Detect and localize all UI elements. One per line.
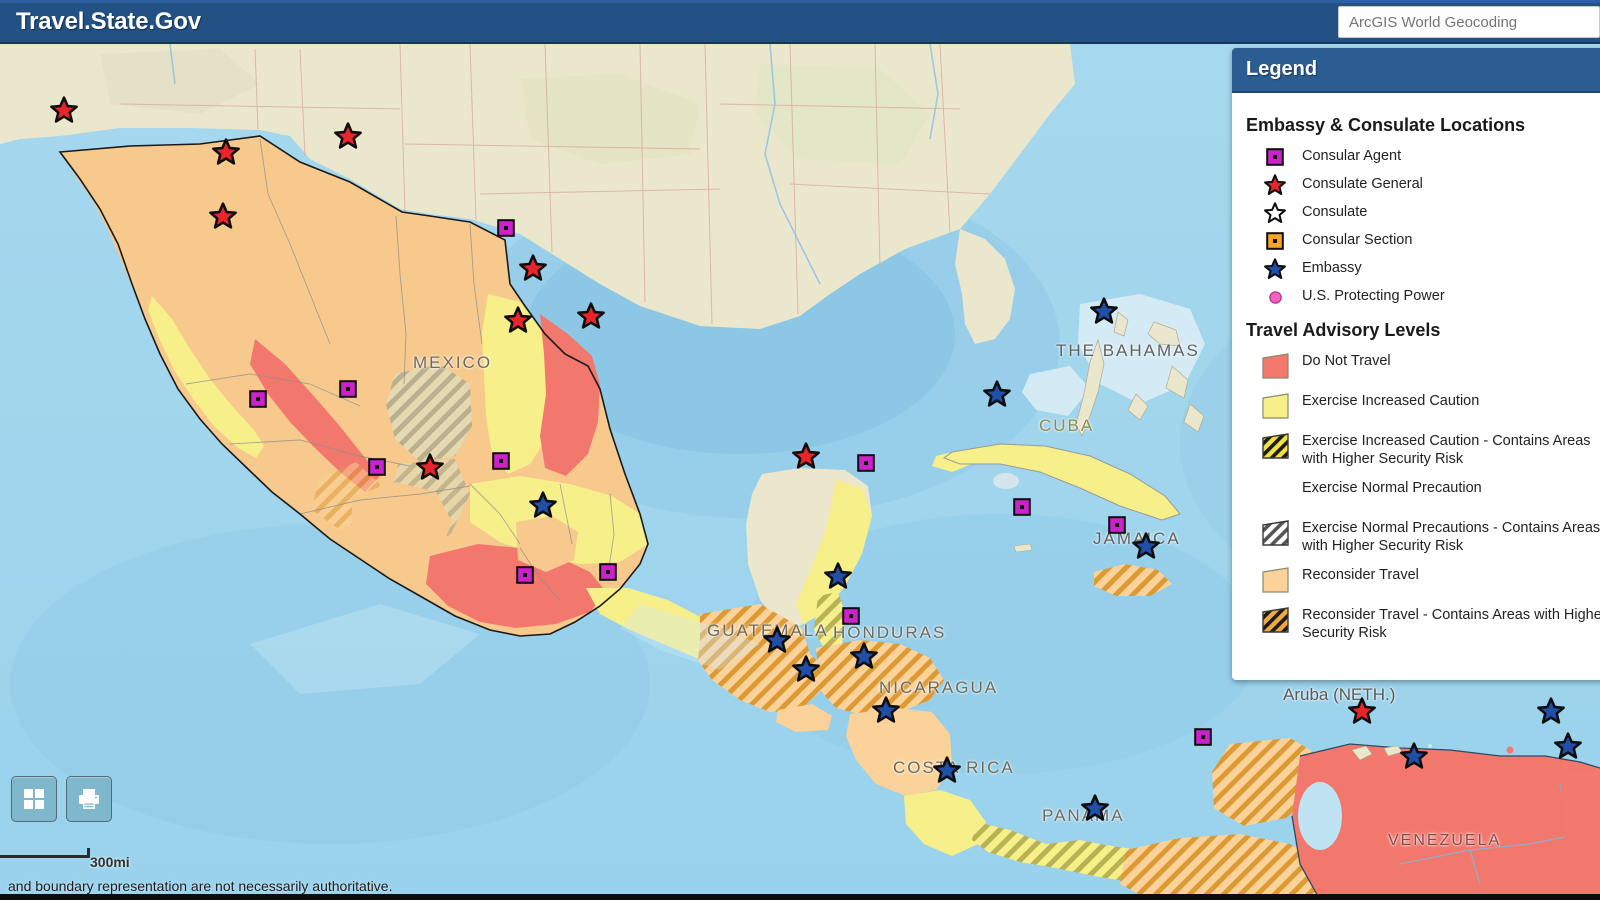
embassy-guatemala-city[interactable] [763, 626, 791, 654]
header-top-rule [0, 0, 1600, 3]
legend-section-title-1: Travel Advisory Levels [1246, 320, 1441, 340]
consulate-symbol-icon [1260, 202, 1290, 224]
legend-section-title-0: Embassy & Consulate Locations [1246, 115, 1526, 135]
legend-item-label: Do Not Travel [1302, 353, 1391, 369]
legend-body: Embassy & Consulate Locations Consular Ag… [1232, 93, 1600, 642]
bottom-strip [0, 894, 1600, 900]
legend-panel: Legend Embassy & Consulate Locations Cons… [1232, 48, 1600, 680]
embassy-port-of-spain[interactable] [1537, 697, 1565, 725]
consular-agent-oranjestad[interactable] [1194, 728, 1212, 746]
legend-item: Exercise Normal Precautions - Contains A… [1246, 518, 1600, 555]
consulate-general-matamoros[interactable] [577, 302, 605, 330]
consulate-general-curacao[interactable] [1348, 697, 1376, 725]
advisory-hatch-swatch-icon [1260, 605, 1290, 635]
legend-item: Consulate [1246, 202, 1600, 224]
legend-item: Reconsider Travel [1246, 565, 1600, 595]
search-box[interactable] [1338, 6, 1600, 38]
scale-bar-line [0, 848, 90, 858]
basemap-gallery-button[interactable] [11, 776, 57, 822]
consulate-general-tijuana[interactable] [50, 96, 78, 124]
legend-item-label: Consular Section [1302, 232, 1413, 248]
consulate-general-nogales[interactable] [212, 138, 240, 166]
embassy-san-jose[interactable] [933, 756, 961, 784]
embassy-caracas[interactable] [1400, 742, 1428, 770]
consulate-general-ciudad-juarez[interactable] [334, 122, 362, 150]
consulate-general-nuevo-laredo[interactable] [519, 254, 547, 282]
legend-item-label: Consulate [1302, 204, 1368, 220]
consulate-general-monterrey[interactable] [504, 306, 532, 334]
legend-item-label: U.S. Protecting Power [1302, 288, 1445, 304]
map-attribution: and boundary representation are not nece… [8, 878, 393, 894]
advisory-color-swatch-icon [1260, 565, 1290, 595]
legend-item: Consular Agent [1246, 146, 1600, 168]
consulate-general-merida[interactable] [792, 442, 820, 470]
embassy-havana[interactable] [983, 380, 1011, 408]
legend-item: Exercise Increased Caution [1246, 391, 1600, 421]
legend-item: Do Not Travel [1246, 351, 1600, 381]
embassy-nassau[interactable] [1090, 297, 1118, 325]
print-button[interactable] [66, 776, 112, 822]
consulate-general-hermosillo[interactable] [209, 202, 237, 230]
legend-title: Legend [1246, 58, 1318, 80]
consular-agent-oaxaca[interactable] [599, 563, 617, 581]
legend-item-label: Exercise Normal Precautions - Contains A… [1302, 520, 1600, 554]
scale-bar-label: 300mi [90, 854, 130, 870]
grid-icon [24, 789, 44, 809]
consular-section-symbol-icon [1260, 230, 1290, 252]
consular-agent-reynosa[interactable] [497, 219, 515, 237]
embassy-kingston[interactable] [1132, 532, 1160, 560]
consular-agent-montego-bay[interactable] [1108, 516, 1126, 534]
legend-item: Exercise Increased Caution - Contains Ar… [1246, 431, 1600, 468]
embassy-panama-city[interactable] [1081, 794, 1109, 822]
consular-agent-grand-cayman[interactable] [1013, 498, 1031, 516]
legend-item: U.S. Protecting Power [1246, 286, 1600, 308]
brand-title: Travel.State.Gov [16, 8, 201, 35]
legend-item: Reconsider Travel - Contains Areas with … [1246, 605, 1600, 642]
consular-agent-cabo-san-lucas[interactable] [249, 390, 267, 408]
legend-item-label: Reconsider Travel - Contains Areas with … [1302, 607, 1600, 641]
legend-item-label: Exercise Normal Precaution [1302, 480, 1482, 496]
legend-item-label: Reconsider Travel [1302, 567, 1419, 583]
legend-item-label: Embassy [1302, 260, 1362, 276]
embassy-tegucigalpa[interactable] [850, 642, 878, 670]
embassy-symbol-icon [1260, 258, 1290, 280]
legend-item-label: Consular Agent [1302, 148, 1402, 164]
consular-agent-mazatlan[interactable] [339, 380, 357, 398]
scale-bar: 300mi [0, 848, 130, 870]
legend-item: Embassy [1246, 258, 1600, 280]
consular-agent-acapulco[interactable] [516, 566, 534, 584]
embassy-san-salvador[interactable] [792, 655, 820, 683]
search-input[interactable] [1339, 7, 1599, 37]
legend-item-label: Consulate General [1302, 176, 1423, 192]
embassy-georgetown[interactable] [1554, 732, 1582, 760]
legend-item: Consulate General [1246, 174, 1600, 196]
consular-agent-symbol-icon [1260, 146, 1290, 168]
map-widget-bar [11, 776, 112, 822]
consular-agent-puerto-vallarta[interactable] [368, 458, 386, 476]
app-header: Travel.State.Gov [0, 0, 1600, 44]
advisory-color-swatch-icon [1260, 391, 1290, 421]
embassy-mexico-city[interactable] [529, 491, 557, 519]
advisory-blank-swatch-icon [1260, 478, 1290, 508]
legend-item: Consular Section [1246, 230, 1600, 252]
embassy-managua[interactable] [872, 696, 900, 724]
consular-agent-playa-del-carmen[interactable] [857, 454, 875, 472]
consulate-general-guadalajara[interactable] [416, 453, 444, 481]
consular-agent-san-miguel[interactable] [492, 452, 510, 470]
advisory-hatch-swatch-icon [1260, 518, 1290, 548]
consulate-general-symbol-icon [1260, 174, 1290, 196]
advisory-color-swatch-icon [1260, 351, 1290, 381]
consular-agent-san-pedro-sula[interactable] [842, 607, 860, 625]
advisory-hatch-swatch-icon [1260, 431, 1290, 461]
legend-item: Exercise Normal Precaution [1246, 478, 1600, 508]
legend-header: Legend [1232, 48, 1600, 93]
legend-item-label: Exercise Increased Caution [1302, 393, 1480, 409]
app-root: MEXICO THE BAHAMAS CUBA JAMAICA GUATEMALA HON… [0, 0, 1600, 900]
printer-icon [79, 789, 99, 809]
protecting-power-symbol-icon [1260, 286, 1290, 308]
embassy-belmopan[interactable] [824, 562, 852, 590]
legend-item-label: Exercise Increased Caution - Contains Ar… [1302, 433, 1591, 467]
